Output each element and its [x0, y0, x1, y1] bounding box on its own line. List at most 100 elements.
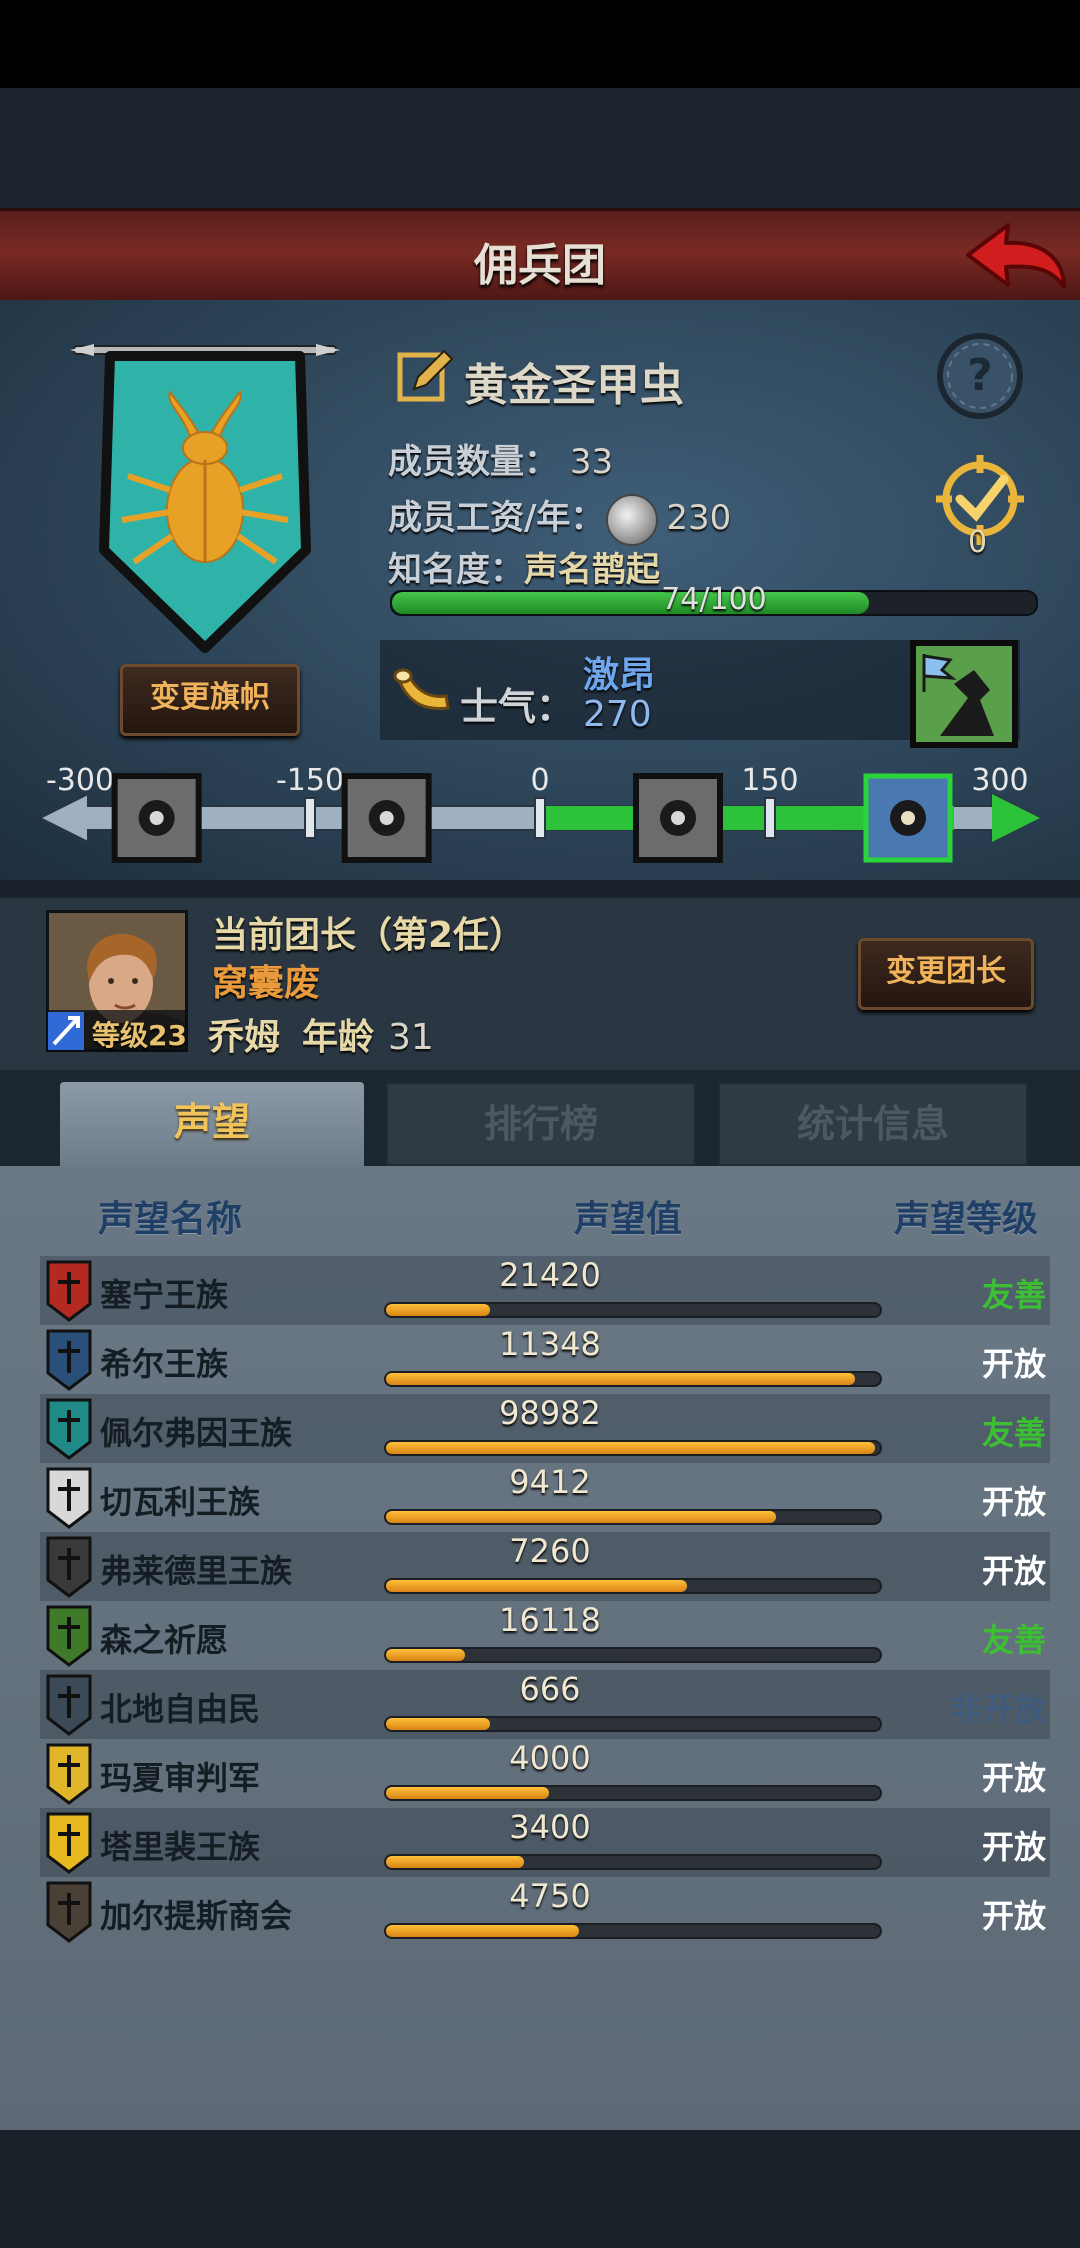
faction-shield-icon	[46, 1743, 92, 1805]
table-row[interactable]: 佩尔弗因王族 98982 友善	[40, 1394, 1050, 1463]
banner-flag[interactable]	[70, 340, 340, 660]
table-row[interactable]: 北地自由民 666 非开放	[40, 1670, 1050, 1739]
reputation-bar	[384, 1716, 882, 1732]
members-value: 33	[569, 442, 614, 482]
despair-icon[interactable]	[341, 773, 432, 863]
reputation-value: 98982	[499, 1394, 601, 1432]
reputation-level: 开放	[981, 1345, 1046, 1383]
morale-label: 士气：	[460, 685, 575, 729]
faction-name: 希尔王族	[100, 1345, 229, 1383]
table-row[interactable]: 塞宁王族 21420 友善	[40, 1256, 1050, 1325]
reputation-level: 开放	[981, 1552, 1046, 1590]
reputation-level: 友善	[981, 1276, 1046, 1314]
morale-tick-label: 0	[530, 763, 549, 798]
reputation-bar	[384, 1578, 882, 1594]
reputation-bar-fill	[386, 1718, 490, 1730]
eye-icon[interactable]	[111, 773, 202, 863]
mercenary-screen: 佣兵团 变更旗帜 黄金圣甲虫 ? 0 成员数量： 33 成员工资/年： 230 …	[0, 0, 1080, 2248]
leader-title: 当前团长（第2任）	[212, 915, 526, 956]
reputation-level: 友善	[981, 1621, 1046, 1659]
reputation-level: 开放	[981, 1897, 1046, 1935]
faction-name: 佩尔弗因王族	[100, 1414, 293, 1452]
table-row[interactable]: 加尔提斯商会 4750 开放	[40, 1877, 1050, 1946]
tab-reputation[interactable]: 声望	[60, 1082, 364, 1166]
faction-shield-icon	[46, 1260, 92, 1322]
flag-icon[interactable]	[863, 773, 953, 863]
table-row[interactable]: 玛夏审判军 4000 开放	[40, 1739, 1050, 1808]
header-level: 声望等级	[893, 1199, 1038, 1240]
faction-shield-icon	[46, 1398, 92, 1460]
page-title: 佣兵团	[474, 240, 606, 291]
reputation-bar	[384, 1647, 882, 1663]
reputation-level: 非开放	[949, 1690, 1046, 1728]
morale-state: 激昂	[583, 655, 656, 696]
reputation-value: 16118	[499, 1601, 601, 1639]
reputation-bar	[384, 1785, 882, 1801]
reputation-value: 4750	[509, 1877, 591, 1915]
faction-shield-icon	[46, 1467, 92, 1529]
silver-coin-icon	[606, 493, 659, 546]
reputation-bar-fill	[386, 1856, 525, 1868]
wage-row: 成员工资/年： 230	[388, 490, 731, 546]
table-row[interactable]: 塔里裴王族 3400 开放	[40, 1808, 1050, 1877]
faction-name: 塞宁王族	[100, 1276, 229, 1314]
back-arrow-icon[interactable]	[960, 217, 1070, 297]
morale-tick-label: -150	[276, 763, 344, 798]
morale-tick-mark	[764, 797, 776, 839]
change-leader-button[interactable]: 变更团长	[858, 938, 1034, 1010]
tab-ranking[interactable]: 排行榜	[386, 1082, 696, 1166]
faction-name: 北地自由民	[100, 1690, 261, 1728]
table-row[interactable]: 弗莱德里王族 7260 开放	[40, 1532, 1050, 1601]
status-bar	[0, 0, 1080, 88]
age-label: 年龄	[302, 1017, 375, 1058]
header-value: 声望值	[574, 1199, 683, 1240]
table-row[interactable]: 森之祈愿 16118 友善	[40, 1601, 1050, 1670]
reputation-bar-fill	[386, 1787, 550, 1799]
faction-shield-icon	[46, 1605, 92, 1667]
title-bar: 佣兵团	[0, 208, 1080, 307]
morale-fill-arrow	[992, 794, 1040, 842]
edit-icon[interactable]	[396, 345, 456, 405]
reputation-bar-fill	[386, 1373, 856, 1385]
horn-icon	[393, 668, 450, 710]
svg-text:?: ?	[967, 350, 993, 401]
morale-tick-mark	[534, 797, 546, 839]
morale-flag-icon[interactable]	[910, 640, 1018, 748]
reputation-level: 友善	[981, 1414, 1046, 1452]
faction-name: 加尔提斯商会	[100, 1897, 293, 1935]
reputation-bar	[384, 1371, 882, 1387]
morale-tick-label: 300	[971, 763, 1028, 798]
leader-name: 乔姆	[208, 1017, 281, 1058]
leader-info: 乔姆 年龄 31	[208, 1008, 434, 1060]
reputation-value: 3400	[509, 1808, 591, 1846]
fame-progress-text: 74/100	[661, 582, 767, 617]
leader-level: 等级23	[92, 1019, 187, 1052]
faction-shield-icon	[46, 1812, 92, 1874]
faction-shield-icon	[46, 1881, 92, 1943]
faction-shield-icon	[46, 1329, 92, 1391]
reputation-bar-fill	[386, 1649, 466, 1661]
morale-tick-label: -300	[46, 763, 114, 798]
morale-tick-mark	[304, 797, 316, 839]
reputation-bar-fill	[386, 1304, 490, 1316]
reputation-value: 11348	[499, 1325, 601, 1363]
company-name: 黄金圣甲虫	[464, 360, 684, 411]
change-banner-button[interactable]: 变更旗帜	[120, 664, 300, 736]
reputation-bar-fill	[386, 1925, 579, 1937]
reputation-bar	[384, 1509, 882, 1525]
header-name: 声望名称	[98, 1199, 243, 1240]
morale-value: 270	[583, 694, 652, 735]
faction-name: 弗莱德里王族	[100, 1552, 293, 1590]
tab-statistics[interactable]: 统计信息	[718, 1082, 1028, 1166]
reputation-value: 7260	[509, 1532, 591, 1570]
wage-label: 成员工资/年：	[388, 498, 605, 538]
table-row[interactable]: 希尔王族 11348 开放	[40, 1325, 1050, 1394]
bottom-bar	[0, 2130, 1080, 2248]
faction-shield-icon	[46, 1674, 92, 1736]
help-icon[interactable]: ?	[934, 330, 1026, 422]
table-row[interactable]: 切瓦利王族 9412 开放	[40, 1463, 1050, 1532]
faction-shield-icon	[46, 1536, 92, 1598]
reputation-bar	[384, 1854, 882, 1870]
reputation-bar	[384, 1923, 882, 1939]
neutral-icon[interactable]	[633, 773, 723, 863]
